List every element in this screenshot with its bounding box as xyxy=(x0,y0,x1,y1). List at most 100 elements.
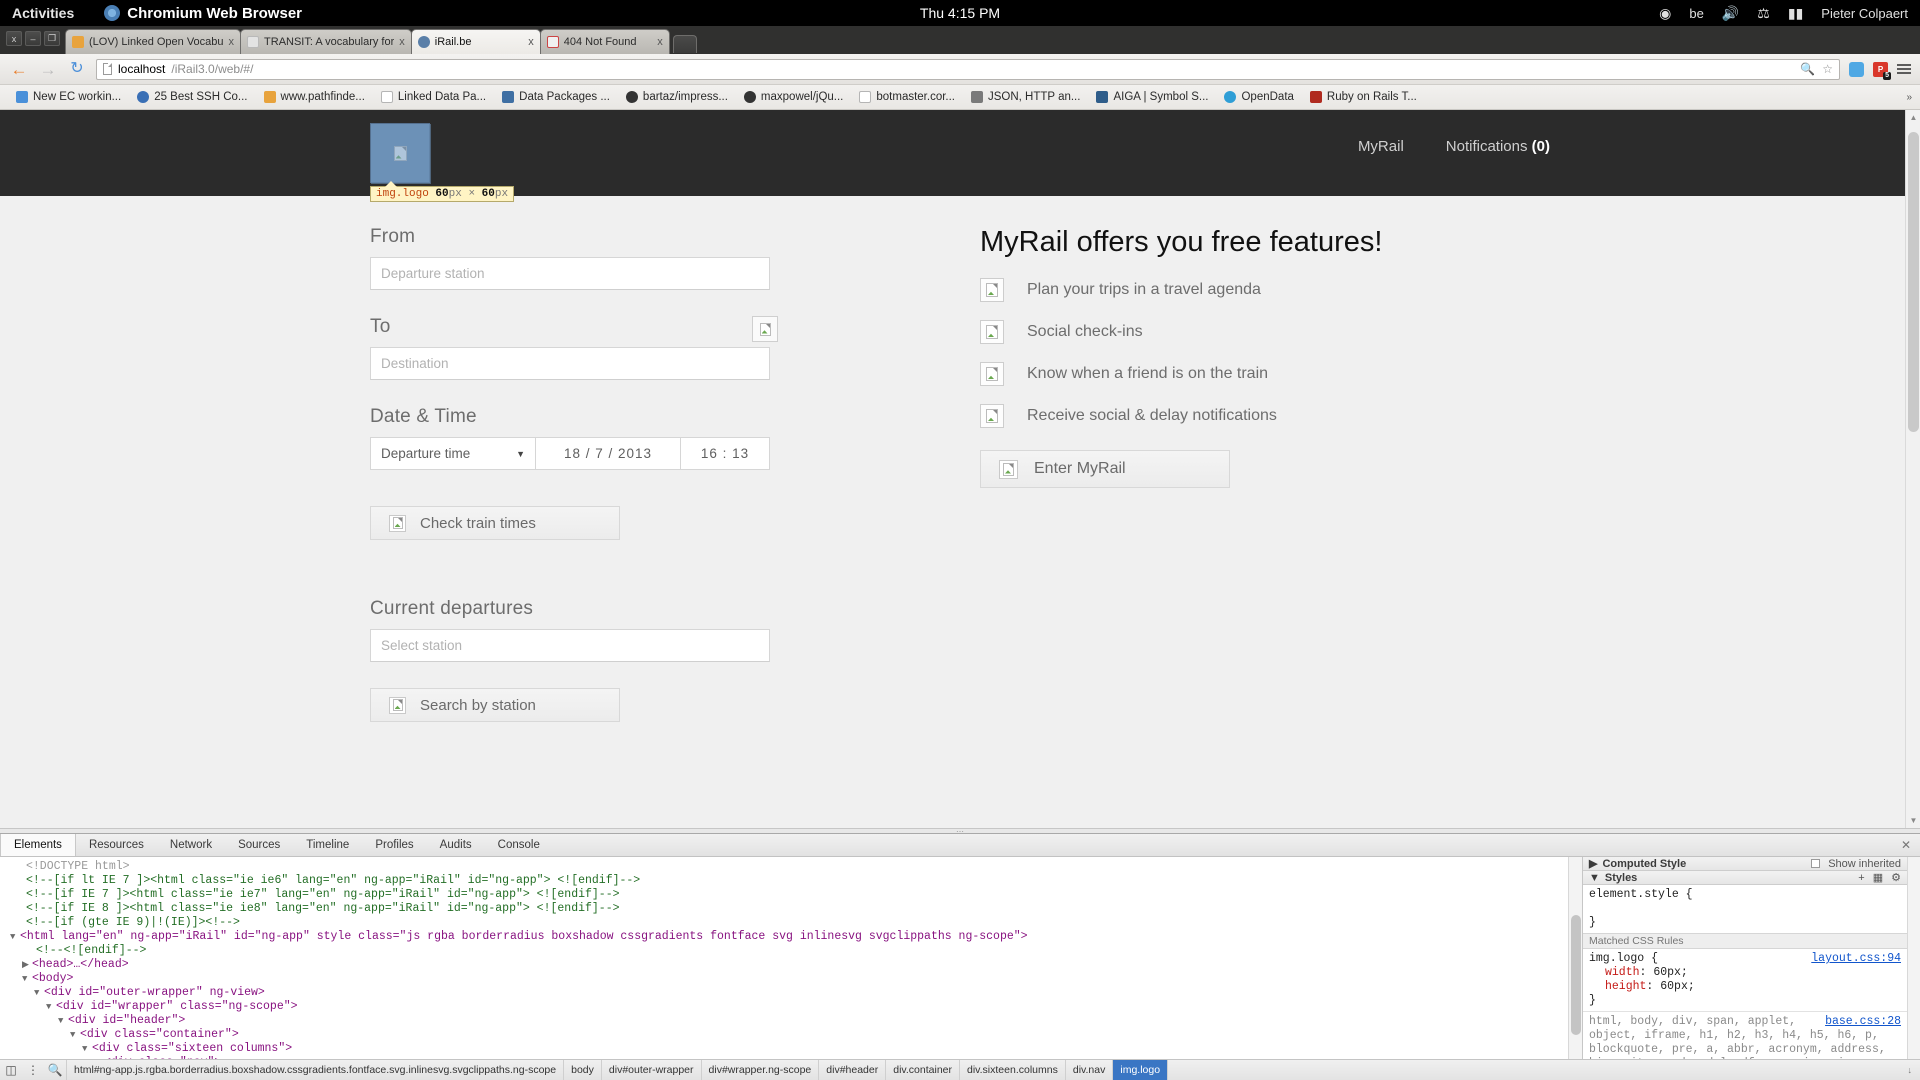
date-input[interactable]: 18 / 7 / 2013 xyxy=(535,437,680,470)
inherited-rule-block[interactable]: base.css:28 html, body, div, span, applet… xyxy=(1583,1011,1907,1059)
nav-link-notifications[interactable]: Notifications (0) xyxy=(1446,138,1550,155)
reload-icon[interactable]: ↻ xyxy=(67,61,87,77)
bookmark-item-6[interactable]: maxpowel/jQu... xyxy=(736,91,851,103)
scroll-down-icon[interactable]: ▼ xyxy=(1906,813,1920,828)
back-icon[interactable]: ← xyxy=(9,61,29,78)
inherited-source-link[interactable]: base.css:28 xyxy=(1825,1015,1901,1029)
bookmark-item-5[interactable]: bartaz/impress... xyxy=(618,91,736,103)
element-state-icon[interactable]: ▦ xyxy=(1873,871,1883,884)
browser-tab-0[interactable]: (LOV) Linked Open Vocabu x xyxy=(65,29,242,54)
show-inherited-toggle[interactable]: Show inherited xyxy=(1811,858,1901,870)
tab-close-icon[interactable]: x xyxy=(528,36,534,48)
dom-line-7[interactable]: ▶ <head>…</head> xyxy=(4,958,1568,972)
dom-line-13[interactable]: ▼ <div class="sixteen columns"> xyxy=(4,1042,1568,1056)
disclosure-triangle-icon[interactable]: ▼ xyxy=(70,1028,80,1042)
irail-logo[interactable] xyxy=(370,123,431,184)
select-station-input[interactable]: Select station xyxy=(370,629,770,662)
dom-scrollbar-thumb[interactable] xyxy=(1571,915,1581,1035)
computed-style-header[interactable]: ▶ Computed Style Show inherited xyxy=(1583,857,1907,871)
breadcrumb-sixteen-columns[interactable]: div.sixteen.columns xyxy=(960,1059,1066,1080)
window-close-button[interactable]: x xyxy=(6,31,22,46)
breadcrumb-body[interactable]: body xyxy=(564,1059,602,1080)
address-bar[interactable]: localhost/iRail3.0/web/#/ 🔍 ☆ xyxy=(96,58,1840,80)
enter-myrail-button[interactable]: Enter MyRail xyxy=(980,450,1230,488)
bookmark-item-7[interactable]: botmaster.cor... xyxy=(851,91,963,103)
browser-tab-2[interactable]: iRail.be x xyxy=(410,29,541,54)
activities-button[interactable]: Activities xyxy=(12,5,74,21)
departure-station-input[interactable]: Departure station xyxy=(370,257,770,290)
page-scrollbar[interactable]: ▲ ▼ xyxy=(1905,110,1920,828)
bookmark-item-4[interactable]: Data Packages ... xyxy=(494,91,618,103)
dom-line-14[interactable]: ▼<div class="nav"> xyxy=(4,1056,1568,1059)
bookmarks-overflow-icon[interactable]: » xyxy=(1906,92,1912,103)
tab-elements[interactable]: Elements xyxy=(0,834,76,856)
css-value-height[interactable]: 60px; xyxy=(1660,980,1695,993)
dom-line-10[interactable]: ▼ <div id="wrapper" class="ng-scope"> xyxy=(4,1000,1568,1014)
new-tab-button[interactable] xyxy=(672,35,697,53)
swap-stations-button[interactable] xyxy=(752,316,778,342)
dom-line-8[interactable]: ▼ <body> xyxy=(4,972,1568,986)
hamburger-menu-icon[interactable] xyxy=(1897,64,1911,74)
nav-link-myrail[interactable]: MyRail xyxy=(1358,138,1404,155)
disclosure-triangle-icon[interactable]: ▼ xyxy=(82,1042,92,1056)
breadcrumb-html[interactable]: html#ng-app.js.rgba.borderradius.boxshad… xyxy=(66,1059,565,1080)
disclosure-triangle-icon[interactable]: ▼ xyxy=(34,986,44,1000)
tab-close-icon[interactable]: x xyxy=(229,36,235,48)
dom-line-9[interactable]: ▼ <div id="outer-wrapper" ng-view> xyxy=(4,986,1568,1000)
zoom-icon[interactable]: 🔍 xyxy=(1800,62,1815,76)
breadcrumb-nav[interactable]: div.nav xyxy=(1066,1059,1114,1080)
styles-header[interactable]: ▼ Styles + ▦ ⚙ xyxy=(1583,871,1907,885)
dom-tree[interactable]: <!DOCTYPE html> <!--[if lt IE 7 ]><html … xyxy=(0,857,1568,1059)
breadcrumb-overflow-icon[interactable]: ↓ xyxy=(1900,1065,1920,1075)
tab-close-icon[interactable]: x xyxy=(399,36,405,48)
bookmark-item-8[interactable]: JSON, HTTP an... xyxy=(963,91,1088,103)
dock-to-side-icon[interactable]: ⋮ xyxy=(22,1063,44,1077)
tab-console[interactable]: Console xyxy=(485,834,553,856)
app-menu-chromium[interactable]: Chromium Web Browser xyxy=(104,5,302,22)
add-rule-icon[interactable]: + xyxy=(1858,872,1864,884)
bookmark-item-11[interactable]: Ruby on Rails T... xyxy=(1302,91,1425,103)
tab-sources[interactable]: Sources xyxy=(225,834,293,856)
disclosure-triangle-icon[interactable]: ▼ xyxy=(10,930,20,944)
dom-line-12[interactable]: ▼ <div class="container"> xyxy=(4,1028,1568,1042)
tab-audits[interactable]: Audits xyxy=(427,834,485,856)
browser-tab-1[interactable]: TRANSIT: A vocabulary for x xyxy=(240,29,412,54)
browser-tab-3[interactable]: 404 Not Found x xyxy=(539,29,670,54)
volume-icon[interactable]: 🔊 xyxy=(1722,6,1739,20)
inspect-element-icon[interactable]: ◫ xyxy=(0,1063,22,1077)
breadcrumb-wrapper[interactable]: div#wrapper.ng-scope xyxy=(702,1059,820,1080)
disclosure-triangle-icon[interactable]: ▼ xyxy=(22,972,32,986)
accessibility-icon[interactable]: ◉ xyxy=(1659,6,1671,20)
styles-sidebar-scrollbar[interactable] xyxy=(1907,857,1920,1059)
bookmark-star-icon[interactable]: ☆ xyxy=(1822,62,1833,76)
element-style-rule[interactable]: element.style { } xyxy=(1583,885,1907,933)
window-maximize-button[interactable]: ❐ xyxy=(44,31,60,46)
gear-icon[interactable]: ⚙ xyxy=(1891,871,1901,884)
time-type-select[interactable]: Departure time ▼ xyxy=(370,437,535,470)
dom-line-5[interactable]: ▼ <html lang="en" ng-app="iRail" id="ng-a… xyxy=(4,930,1568,944)
collapse-icon[interactable]: ▼ xyxy=(1589,872,1600,884)
page-info-icon[interactable] xyxy=(103,63,112,75)
bookmark-item-3[interactable]: Linked Data Pa... xyxy=(373,91,494,103)
dom-tree-scrollbar[interactable] xyxy=(1568,857,1582,1059)
disclosure-triangle-icon[interactable]: ▼ xyxy=(94,1056,104,1059)
dom-line-11[interactable]: ▼ <div id="header"> xyxy=(4,1014,1568,1028)
tab-profiles[interactable]: Profiles xyxy=(362,834,426,856)
breadcrumb-outer-wrapper[interactable]: div#outer-wrapper xyxy=(602,1059,702,1080)
tab-timeline[interactable]: Timeline xyxy=(293,834,362,856)
pdf-extension-icon[interactable]: P xyxy=(1873,61,1892,80)
matched-rule-img-logo[interactable]: layout.css:94 img.logo { width: 60px; hei… xyxy=(1583,949,1907,1011)
disclosure-triangle-icon[interactable]: ▼ xyxy=(46,1000,56,1014)
bluetooth-icon[interactable]: ⚖ xyxy=(1757,6,1770,20)
css-prop-width[interactable]: width xyxy=(1605,966,1640,979)
expand-icon[interactable]: ▶ xyxy=(1589,857,1597,870)
close-devtools-icon[interactable]: ✕ xyxy=(1892,834,1920,856)
bookmark-item-1[interactable]: 25 Best SSH Co... xyxy=(129,91,255,103)
breadcrumb-header[interactable]: div#header xyxy=(819,1059,887,1080)
bookmark-item-2[interactable]: www.pathfinde... xyxy=(256,91,373,103)
breadcrumb-container[interactable]: div.container xyxy=(886,1059,960,1080)
disclosure-triangle-icon[interactable]: ▼ xyxy=(58,1014,68,1028)
tab-network[interactable]: Network xyxy=(157,834,225,856)
bookmark-item-0[interactable]: New EC workin... xyxy=(8,91,129,103)
css-prop-height[interactable]: height xyxy=(1605,980,1646,993)
